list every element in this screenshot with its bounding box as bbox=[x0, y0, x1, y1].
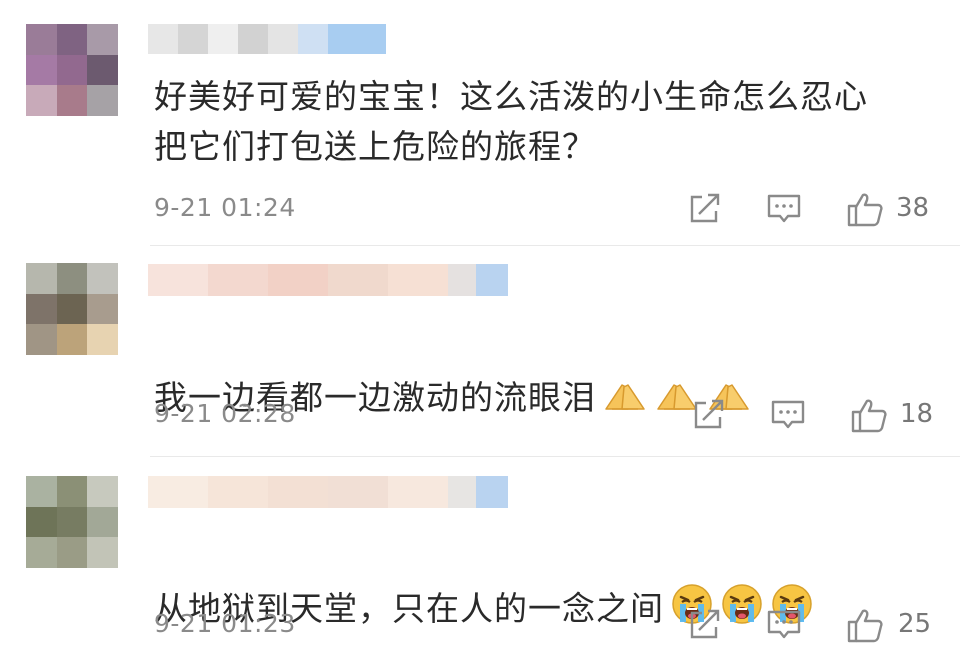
username-pixel bbox=[328, 24, 386, 54]
username-pixel bbox=[268, 24, 298, 54]
comment-text: 好美好可爱的宝宝！这么活泼的小生命怎么忍心 把它们打包送上危险的旅程？ bbox=[154, 77, 868, 166]
share-icon[interactable] bbox=[688, 192, 724, 224]
avatar[interactable] bbox=[26, 476, 118, 568]
username-pixel bbox=[148, 476, 208, 508]
divider bbox=[150, 245, 960, 246]
avatar-pixel bbox=[26, 24, 57, 55]
username-pixel bbox=[268, 264, 328, 296]
comment-meta: 9-21 02:28 18 bbox=[0, 394, 960, 434]
comment-time: 9-21 02:28 bbox=[154, 399, 296, 428]
avatar-pixel bbox=[56, 85, 88, 116]
username-pixel bbox=[298, 24, 328, 54]
comment-item: 好美好可爱的宝宝！这么活泼的小生命怎么忍心 把它们打包送上危险的旅程？ 9-21… bbox=[0, 0, 960, 246]
comment-meta: 9-21 01:24 38 bbox=[0, 188, 960, 228]
avatar-pixel bbox=[87, 54, 118, 86]
avatar-pixel bbox=[26, 324, 57, 355]
avatar[interactable] bbox=[26, 263, 118, 355]
avatar-pixel bbox=[56, 293, 88, 325]
like-count: 25 bbox=[898, 609, 932, 639]
comment-item: 我一边看都一边激动的流眼泪 9-21 02:28 18 bbox=[0, 247, 960, 457]
username-blurred[interactable] bbox=[148, 476, 508, 508]
avatar-pixel bbox=[56, 537, 88, 568]
username-pixel bbox=[448, 476, 476, 508]
username-pixel bbox=[238, 24, 268, 54]
avatar-pixel bbox=[87, 476, 118, 507]
like-icon[interactable] bbox=[846, 608, 883, 643]
avatar-pixel bbox=[87, 85, 118, 116]
like-count: 38 bbox=[896, 193, 930, 223]
username-pixel bbox=[208, 264, 268, 296]
avatar-pixel bbox=[87, 324, 118, 355]
avatar-pixel bbox=[87, 537, 118, 568]
avatar-pixel bbox=[87, 24, 118, 55]
avatar-pixel bbox=[26, 476, 57, 507]
avatar-pixel bbox=[87, 506, 118, 538]
avatar-pixel bbox=[56, 54, 88, 86]
avatar[interactable] bbox=[26, 24, 118, 116]
username-pixel bbox=[476, 476, 508, 508]
username-blurred[interactable] bbox=[148, 24, 386, 54]
avatar-pixel bbox=[56, 506, 88, 538]
username-pixel bbox=[148, 264, 208, 296]
share-icon[interactable] bbox=[692, 398, 728, 430]
like-icon[interactable] bbox=[850, 398, 887, 433]
avatar-pixel bbox=[56, 324, 88, 355]
avatar-pixel bbox=[26, 263, 57, 294]
username-pixel bbox=[388, 264, 448, 296]
like-count: 18 bbox=[900, 399, 934, 429]
avatar-pixel bbox=[56, 476, 88, 507]
comment-item: 从地狱到天堂，只在人的一念之间 9-21 01:23 25 bbox=[0, 458, 960, 666]
like-icon[interactable] bbox=[846, 192, 883, 227]
comment-time: 9-21 01:23 bbox=[154, 609, 296, 638]
comment-time: 9-21 01:24 bbox=[154, 193, 296, 222]
comment-meta: 9-21 01:23 25 bbox=[0, 604, 960, 644]
username-pixel bbox=[328, 264, 388, 296]
avatar-pixel bbox=[26, 537, 57, 568]
username-pixel bbox=[328, 476, 388, 508]
share-icon[interactable] bbox=[688, 608, 724, 640]
avatar-pixel bbox=[56, 24, 88, 55]
avatar-pixel bbox=[26, 506, 57, 538]
username-blurred[interactable] bbox=[148, 264, 508, 296]
reply-icon[interactable] bbox=[766, 192, 802, 224]
username-pixel bbox=[178, 24, 208, 54]
username-pixel bbox=[208, 476, 268, 508]
username-pixel bbox=[476, 264, 508, 296]
avatar-pixel bbox=[87, 293, 118, 325]
avatar-pixel bbox=[26, 54, 57, 86]
avatar-pixel bbox=[26, 85, 57, 116]
username-pixel bbox=[208, 24, 238, 54]
username-pixel bbox=[448, 264, 476, 296]
avatar-pixel bbox=[87, 263, 118, 294]
reply-icon[interactable] bbox=[770, 398, 806, 430]
reply-icon[interactable] bbox=[766, 608, 802, 640]
avatar-pixel bbox=[26, 293, 57, 325]
username-pixel bbox=[148, 24, 178, 54]
avatar-pixel bbox=[56, 263, 88, 294]
username-pixel bbox=[388, 476, 448, 508]
divider bbox=[150, 456, 960, 457]
username-pixel bbox=[268, 476, 328, 508]
